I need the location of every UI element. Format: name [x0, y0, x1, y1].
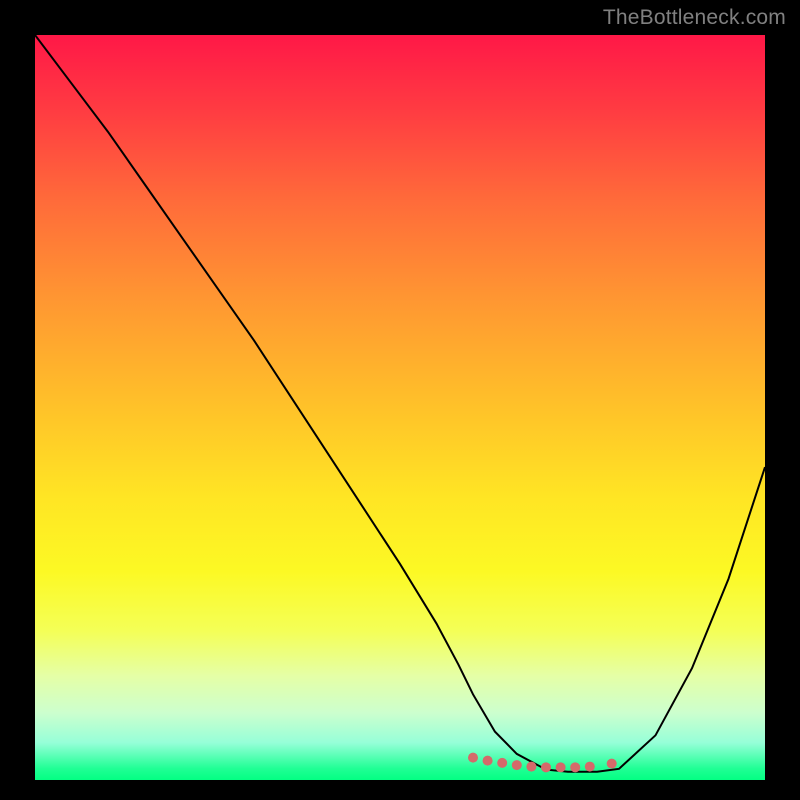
plot-area [35, 35, 765, 780]
gradient-background [35, 35, 765, 780]
highlight-marker [541, 762, 551, 772]
highlight-marker [585, 762, 595, 772]
highlight-marker [512, 760, 522, 770]
highlight-marker [570, 762, 580, 772]
highlight-marker [483, 756, 493, 766]
highlight-marker [468, 753, 478, 763]
highlight-marker [526, 762, 536, 772]
highlight-marker [556, 762, 566, 772]
highlight-marker [607, 759, 617, 769]
watermark-text: TheBottleneck.com [603, 6, 786, 30]
highlight-marker [497, 758, 507, 768]
chart-frame [35, 35, 765, 780]
chart-svg [35, 35, 765, 780]
